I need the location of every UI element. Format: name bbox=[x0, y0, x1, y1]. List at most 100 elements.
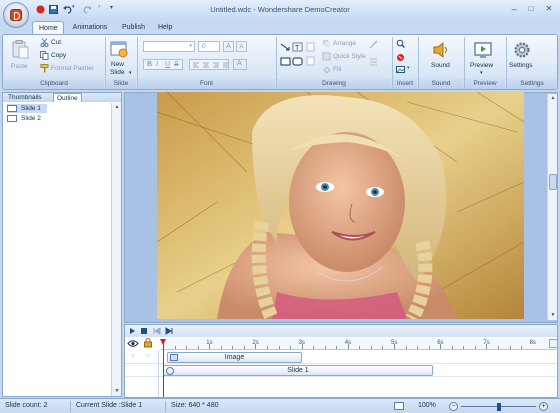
tab-outline[interactable]: Outline bbox=[53, 93, 82, 102]
image-track-bar[interactable]: Image bbox=[167, 352, 302, 363]
maximize-button[interactable]: □ bbox=[523, 3, 539, 15]
tab-publish[interactable]: Publish bbox=[116, 21, 148, 35]
clock-icon bbox=[166, 367, 174, 375]
zoom-level: 100% bbox=[418, 402, 436, 409]
pointer-icon[interactable] bbox=[396, 53, 405, 62]
gear-icon[interactable] bbox=[512, 40, 532, 60]
quick-style-icon[interactable] bbox=[322, 52, 331, 61]
insert-dropdown-icon[interactable]: ▾ bbox=[407, 65, 410, 71]
new-slide-label-line1[interactable]: New bbox=[111, 61, 124, 68]
scroll-up-icon[interactable]: ▲ bbox=[112, 103, 122, 112]
cut-icon[interactable] bbox=[40, 38, 49, 47]
strikethrough-button[interactable]: S bbox=[174, 61, 179, 68]
font-group-label: Font bbox=[138, 79, 275, 89]
preview-icon[interactable] bbox=[473, 40, 493, 60]
drawing-group-label: Drawing bbox=[277, 79, 391, 89]
zoom-icon[interactable] bbox=[396, 39, 405, 48]
slide-image[interactable] bbox=[157, 92, 524, 319]
playhead[interactable] bbox=[160, 339, 166, 397]
paste-button[interactable]: Paste bbox=[11, 63, 28, 70]
eye-icon[interactable] bbox=[127, 339, 139, 350]
zoom-in-icon[interactable]: + bbox=[539, 402, 548, 411]
tab-home[interactable]: Home bbox=[32, 21, 64, 35]
font-size-select[interactable]: 0 bbox=[198, 41, 220, 52]
sound-button[interactable]: Sound bbox=[431, 62, 450, 69]
status-bar: Slide count: 2 Current Slide :Slide 1 Si… bbox=[0, 398, 560, 413]
minimize-button[interactable]: – bbox=[506, 3, 522, 15]
font-color-icon[interactable]: A bbox=[233, 59, 247, 70]
arrange-button[interactable]: Arrange bbox=[333, 40, 356, 47]
app-menu-button[interactable] bbox=[3, 2, 29, 28]
scroll-up-icon[interactable]: ▲ bbox=[548, 94, 558, 103]
slide-track-bar[interactable]: Slide 1 bbox=[163, 365, 433, 376]
lock-icon[interactable] bbox=[143, 338, 153, 350]
zoom-slider-thumb[interactable] bbox=[496, 403, 501, 411]
line-style-icon[interactable] bbox=[369, 57, 378, 66]
line-color-icon[interactable] bbox=[369, 40, 378, 49]
zoom-out-icon[interactable]: − bbox=[449, 402, 458, 411]
canvas-scrollbar[interactable]: ▲ ▼ bbox=[547, 94, 557, 320]
timeline-ruler[interactable]: 1s 2s 3s 4s 5s 6s 7s 8s bbox=[161, 338, 556, 350]
shrink-font-icon[interactable]: A bbox=[236, 41, 247, 52]
fill-icon[interactable] bbox=[322, 65, 331, 74]
ruler-tick bbox=[220, 346, 222, 349]
ruler-tick bbox=[370, 346, 372, 349]
preview-dropdown-icon[interactable]: ▾ bbox=[480, 70, 483, 76]
quick-style-button[interactable]: Quick Style bbox=[333, 53, 366, 60]
next-icon[interactable] bbox=[165, 327, 173, 335]
slide-label: Slide 2 bbox=[21, 115, 41, 122]
timeline-zoom-icon[interactable] bbox=[549, 339, 558, 348]
tab-help[interactable]: Help bbox=[152, 21, 178, 35]
play-icon[interactable] bbox=[130, 328, 135, 334]
ruler-tick bbox=[174, 346, 176, 349]
ruler-tick bbox=[405, 346, 407, 349]
cut-button[interactable]: Cut bbox=[51, 39, 61, 46]
panel-scrollbar[interactable]: ▲ ▼ bbox=[111, 103, 121, 396]
previous-icon[interactable] bbox=[153, 327, 161, 335]
underline-button[interactable]: U bbox=[165, 61, 170, 68]
align-buttons bbox=[189, 59, 229, 70]
copy-button[interactable]: Copy bbox=[51, 52, 66, 59]
playhead-marker-icon[interactable] bbox=[160, 339, 166, 345]
format-painter-button[interactable]: Format Painter bbox=[51, 65, 94, 72]
sound-icon[interactable] bbox=[431, 40, 451, 60]
arrange-icon[interactable] bbox=[322, 39, 331, 48]
settings-button[interactable]: Settings bbox=[509, 62, 533, 69]
list-item[interactable]: Slide 1 bbox=[7, 104, 47, 113]
timeline-track-slide: Slide 1 bbox=[125, 364, 557, 377]
list-item[interactable]: Slide 2 bbox=[7, 114, 47, 123]
sound-group-label: Sound bbox=[419, 79, 463, 89]
scroll-down-icon[interactable]: ▼ bbox=[548, 311, 558, 320]
timeline-panel: 1s 2s 3s 4s 5s 6s 7s 8s ○ ○ Image Slide 1 bbox=[124, 324, 558, 398]
scroll-thumb[interactable] bbox=[549, 174, 557, 190]
ruler-tick bbox=[428, 346, 430, 349]
ruler-tick bbox=[197, 346, 199, 349]
fill-button[interactable]: Fill bbox=[333, 66, 341, 73]
tab-animations[interactable]: Animations bbox=[66, 21, 114, 35]
ruler-tick bbox=[255, 344, 257, 349]
copy-icon[interactable] bbox=[40, 51, 49, 60]
preview-button[interactable]: Preview bbox=[470, 62, 493, 69]
stop-icon[interactable] bbox=[141, 328, 147, 334]
ruler-tick bbox=[290, 346, 292, 349]
format-painter-icon[interactable] bbox=[40, 64, 49, 73]
close-button[interactable]: ✕ bbox=[541, 3, 557, 15]
new-slide-dropdown-icon[interactable]: ▾ bbox=[129, 70, 132, 76]
paste-icon[interactable] bbox=[10, 39, 30, 59]
tab-thumbnails[interactable]: Thumbnails bbox=[5, 93, 45, 102]
slide-group-label: Slide bbox=[106, 79, 136, 89]
italic-button[interactable]: I bbox=[156, 61, 158, 68]
scroll-down-icon[interactable]: ▼ bbox=[112, 387, 122, 396]
align-icons[interactable] bbox=[190, 60, 230, 71]
grow-font-icon[interactable]: A bbox=[223, 41, 234, 52]
fit-view-icon[interactable] bbox=[394, 402, 404, 410]
font-family-select[interactable]: ▾ bbox=[143, 41, 195, 52]
shapes-gallery[interactable]: T bbox=[279, 41, 317, 71]
slide-label: Slide 1 bbox=[21, 105, 41, 112]
bold-button[interactable]: B bbox=[147, 61, 152, 68]
insert-image-icon[interactable] bbox=[396, 65, 405, 74]
new-slide-label-line2[interactable]: Slide bbox=[110, 69, 124, 76]
settings-group-label: Settings bbox=[507, 79, 557, 89]
image-track-label: Image bbox=[224, 354, 245, 361]
new-slide-icon[interactable] bbox=[109, 39, 129, 59]
